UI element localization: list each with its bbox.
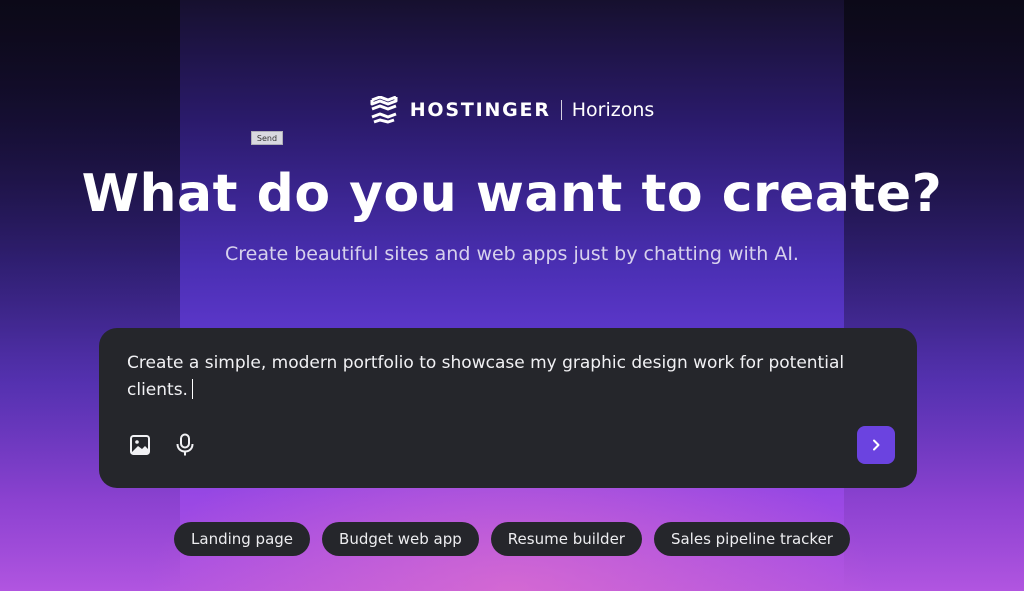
page-subtitle: Create beautiful sites and web apps just… xyxy=(225,243,799,265)
page-title: What do you want to create? xyxy=(81,164,943,224)
brand-divider xyxy=(560,100,562,120)
right-shadow xyxy=(844,0,1024,591)
product-name: Horizons xyxy=(571,99,655,121)
brand-name: HOSTINGER xyxy=(409,99,551,121)
suggestion-chips: Landing page Budget web app Resume build… xyxy=(0,522,1024,556)
image-icon xyxy=(130,435,150,455)
suggestion-landing-page[interactable]: Landing page xyxy=(174,522,311,556)
left-shadow xyxy=(0,0,180,591)
chevron-right-icon xyxy=(873,439,880,451)
prompt-input[interactable]: Create a simple, modern portfolio to sho… xyxy=(127,350,887,404)
hostinger-wave-logo-icon xyxy=(370,96,398,124)
microphone-icon xyxy=(176,433,194,456)
send-tooltip: Send xyxy=(251,131,283,145)
prompt-input-value: Create a simple, modern portfolio to sho… xyxy=(127,353,850,400)
suggestion-sales-pipeline-tracker[interactable]: Sales pipeline tracker xyxy=(653,522,850,556)
prompt-composer: Create a simple, modern portfolio to sho… xyxy=(99,328,917,488)
attach-image-button[interactable] xyxy=(127,432,153,458)
brand-logo: HOSTINGER Horizons xyxy=(0,96,1024,124)
suggestion-resume-builder[interactable]: Resume builder xyxy=(490,522,642,556)
send-button[interactable] xyxy=(857,426,895,464)
voice-input-button[interactable] xyxy=(172,432,198,458)
text-caret xyxy=(191,379,193,399)
suggestion-budget-web-app[interactable]: Budget web app xyxy=(322,522,479,556)
